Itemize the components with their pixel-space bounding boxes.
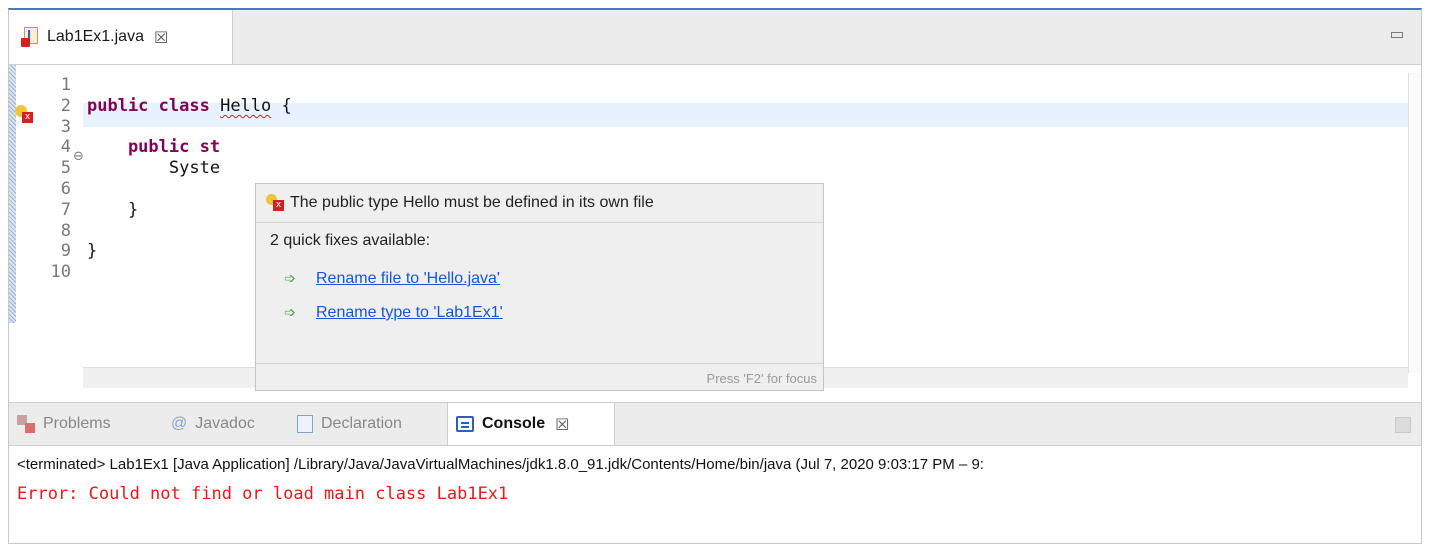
tab-declaration-label: Declaration xyxy=(321,415,402,432)
annotation-ruler xyxy=(9,65,16,323)
quick-fix-item[interactable]: ➩ Rename file to 'Hello.java' xyxy=(284,270,500,288)
editor-vertical-scrollbar[interactable] xyxy=(1408,73,1421,373)
rename-type-link[interactable]: Rename type to 'Lab1Ex1' xyxy=(316,304,503,322)
code-line-4: public st xyxy=(87,137,221,158)
quickfix-error-icon[interactable]: x xyxy=(15,105,33,123)
quick-fix-popup: x The public type Hello must be defined … xyxy=(255,183,824,391)
rename-file-link[interactable]: Rename file to 'Hello.java' xyxy=(316,270,500,288)
tab-javadoc[interactable]: @ Javadoc xyxy=(171,403,255,445)
keyword: public class xyxy=(87,95,210,116)
class-name-error[interactable]: Hello xyxy=(220,96,271,116)
declaration-icon xyxy=(297,415,313,433)
terminated-status-line: <terminated> Lab1Ex1 [Java Application] … xyxy=(17,456,984,473)
line-numbers: 1 2 3 4 5 6 7 8 9 10 xyxy=(50,75,71,283)
code-line-5: Syste xyxy=(87,158,221,179)
quick-fix-count: 2 quick fixes available: xyxy=(270,232,431,249)
console-icon xyxy=(456,416,474,432)
code-line-7: } xyxy=(87,199,139,220)
tab-lab1ex1-java[interactable]: J Lab1Ex1.java ☒ xyxy=(9,10,233,64)
java-file-error-icon: J xyxy=(21,27,39,47)
close-tab-icon[interactable]: ☒ xyxy=(555,415,569,434)
focus-hint: Press 'F2' for focus xyxy=(706,371,817,386)
code-editor[interactable]: x 1 2 3 4 5 6 7 8 9 10 ⊖ public class He… xyxy=(9,65,1421,391)
tab-console[interactable]: Console ☒ xyxy=(447,403,615,445)
tab-problems-label: Problems xyxy=(43,415,111,432)
code-line-2: public class Hello { xyxy=(87,96,292,116)
bottom-view-tab-bar: Problems @ Javadoc Declaration Console ☒ xyxy=(9,402,1421,446)
error-message: The public type Hello must be defined in… xyxy=(290,194,654,211)
tab-problems[interactable]: Problems xyxy=(17,403,111,445)
code-line-9: } xyxy=(87,241,98,262)
marker-ruler: x xyxy=(9,65,35,345)
close-tab-icon[interactable]: ☒ xyxy=(154,28,168,47)
editor-tab-label: Lab1Ex1.java xyxy=(47,28,144,45)
problems-icon xyxy=(17,415,35,433)
console-output[interactable]: <terminated> Lab1Ex1 [Java Application] … xyxy=(9,446,1421,543)
javadoc-icon: @ xyxy=(171,415,188,432)
popup-header: x The public type Hello must be defined … xyxy=(256,184,823,223)
rename-icon: ➩ xyxy=(284,271,296,287)
popup-footer: Press 'F2' for focus xyxy=(256,363,823,390)
code-brace: { xyxy=(271,95,292,116)
rename-icon: ➩ xyxy=(284,305,296,321)
tab-console-label: Console xyxy=(482,415,546,432)
error-icon: x xyxy=(266,194,284,212)
console-error-line: Error: Could not find or load main class… xyxy=(17,484,509,504)
eclipse-window: J Lab1Ex1.java ☒ x 1 2 3 4 5 6 7 8 9 10 … xyxy=(8,8,1422,544)
minimize-icon[interactable] xyxy=(1391,32,1403,38)
tab-javadoc-label: Javadoc xyxy=(195,415,255,432)
collapse-icon[interactable]: ⊖ xyxy=(73,149,84,164)
quick-fix-item[interactable]: ➩ Rename type to 'Lab1Ex1' xyxy=(284,304,503,322)
editor-tab-bar: J Lab1Ex1.java ☒ xyxy=(9,10,1421,65)
view-menu-icon[interactable] xyxy=(1395,417,1411,433)
tab-declaration[interactable]: Declaration xyxy=(297,403,402,445)
